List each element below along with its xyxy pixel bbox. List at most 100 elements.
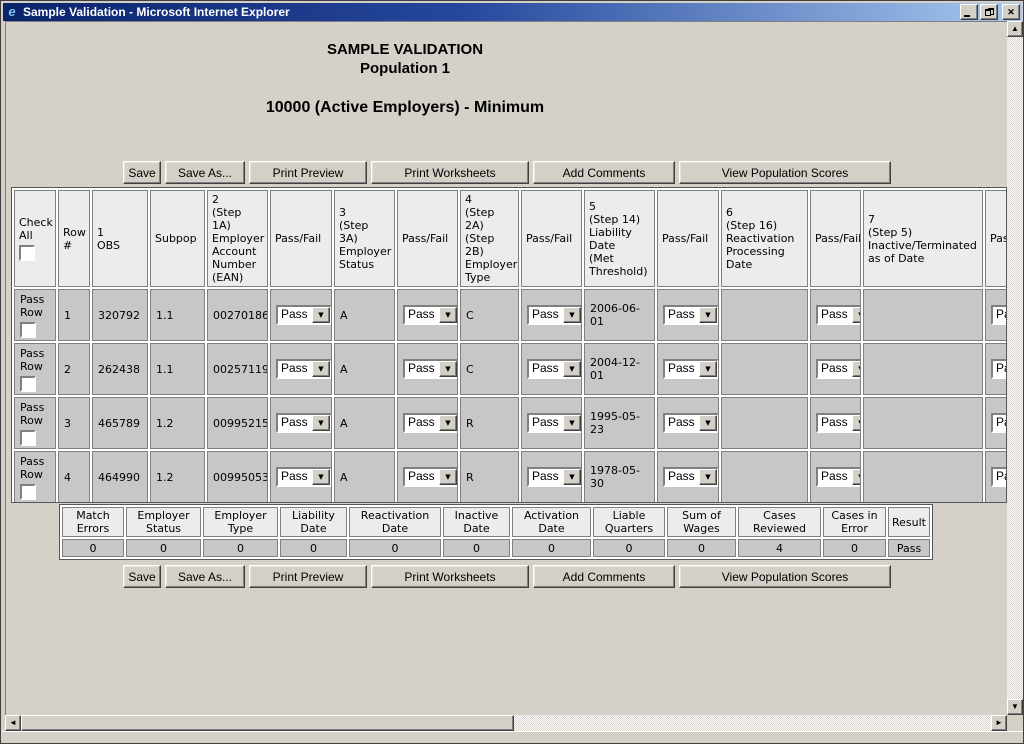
summary-header-4: Reactivation Date [349,507,441,537]
scroll-up-button[interactable]: ▲ [1007,21,1023,37]
pass-fail-select[interactable]: Pass▼ [403,467,458,487]
pass-fail-select[interactable]: Pass▼ [991,305,1007,325]
pass-fail-select[interactable]: Pass▼ [527,467,582,487]
dropdown-arrow-icon[interactable]: ▼ [312,469,330,485]
cell-liability-date: 1978-05-30 [584,451,655,503]
cell-subpop: 1.2 [150,397,205,449]
horizontal-scrollbar-thumb[interactable] [21,715,514,731]
button-print-worksheets[interactable]: Print Worksheets [371,161,529,184]
summary-value-7: 0 [593,539,665,557]
dropdown-arrow-icon[interactable]: ▼ [699,415,717,431]
dropdown-arrow-icon[interactable]: ▼ [439,307,457,323]
population-label: Population 1 [5,60,805,77]
dropdown-arrow-icon[interactable]: ▼ [699,361,717,377]
button-save[interactable]: Save [123,565,161,588]
pass-fail-select[interactable]: Pass▼ [276,305,332,325]
dropdown-arrow-icon[interactable]: ▼ [439,361,457,377]
button-save[interactable]: Save [123,161,161,184]
dropdown-arrow-icon[interactable]: ▼ [312,307,330,323]
dropdown-arrow-icon[interactable]: ▼ [699,307,717,323]
pass-fail-select[interactable]: Pass▼ [403,359,458,379]
close-button[interactable]: ✕ [1002,4,1020,20]
summary-header-3: Liability Date [280,507,347,537]
scroll-left-button[interactable]: ◄ [5,715,21,731]
scroll-right-button[interactable]: ► [991,715,1007,731]
pass-fail-select[interactable]: Pass▼ [816,413,861,433]
button-save-as[interactable]: Save As... [165,565,245,588]
pass-fail-select[interactable]: Pass▼ [527,305,582,325]
dropdown-arrow-icon[interactable]: ▼ [852,361,861,377]
scroll-down-button[interactable]: ▼ [1007,699,1023,715]
pass-fail-select[interactable]: Pass▼ [663,359,719,379]
pass-row-checkbox[interactable] [20,322,36,338]
pass-row-label: Pass Row [20,401,44,427]
button-view-population-scores[interactable]: View Population Scores [679,565,891,588]
pass-fail-select[interactable]: Pass▼ [816,359,861,379]
button-add-comments[interactable]: Add Comments [533,161,675,184]
pass-fail-select[interactable]: Pass▼ [663,467,719,487]
dropdown-arrow-icon[interactable]: ▼ [439,415,457,431]
dropdown-arrow-icon[interactable]: ▼ [439,469,457,485]
ie-icon: e [5,5,19,19]
pass-fail-select[interactable]: Pass▼ [276,359,332,379]
column-header-0: Check All [14,190,56,287]
pass-fail-select[interactable]: Pass▼ [816,467,861,487]
button-print-preview[interactable]: Print Preview [249,565,367,588]
dropdown-arrow-icon[interactable]: ▼ [563,361,581,377]
cell-subpop: 1.1 [150,289,205,341]
dropdown-arrow-icon[interactable]: ▼ [852,307,861,323]
pass-fail-select[interactable]: Pass▼ [991,413,1007,433]
dropdown-arrow-icon[interactable]: ▼ [312,361,330,377]
restore-button[interactable] [980,4,998,20]
dropdown-arrow-icon[interactable]: ▼ [563,307,581,323]
vertical-scrollbar-track[interactable] [1007,37,1023,699]
button-view-population-scores[interactable]: View Population Scores [679,161,891,184]
pass-fail-select[interactable]: Pass▼ [527,359,582,379]
dropdown-arrow-icon[interactable]: ▼ [563,415,581,431]
cell-employer-type: R [460,451,519,503]
header-row: Check AllRow #1 OBSSubpop2 (Step 1A) Emp… [14,190,1007,287]
pass-fail-select[interactable]: Pass▼ [663,305,719,325]
dropdown-arrow-icon[interactable]: ▼ [852,469,861,485]
pass-fail-select[interactable]: Pass▼ [991,359,1007,379]
title-bar[interactable]: e Sample Validation - Microsoft Internet… [3,3,1022,21]
pass-fail-select[interactable]: Pass▼ [663,413,719,433]
cell-num: 1 [58,289,90,341]
pass-row-checkbox[interactable] [20,484,36,500]
pass-fail-select-value: Pass [529,307,563,323]
dropdown-arrow-icon[interactable]: ▼ [699,469,717,485]
button-save-as[interactable]: Save As... [165,161,245,184]
dropdown-arrow-icon[interactable]: ▼ [852,415,861,431]
button-print-worksheets[interactable]: Print Worksheets [371,565,529,588]
horizontal-scrollbar[interactable]: ◄ ► [5,715,1007,731]
button-print-preview[interactable]: Print Preview [249,161,367,184]
vertical-scrollbar[interactable]: ▲ ▼ [1007,21,1023,715]
validation-table-wrapper: Check AllRow #1 OBSSubpop2 (Step 1A) Emp… [11,187,1007,503]
check-all-label: Check All [19,216,53,242]
pass-fail-select[interactable]: Pass▼ [403,305,458,325]
column-header-8: 4 (Step 2A) (Step 2B) Employer Type [460,190,519,287]
cell-inactive-date [863,397,983,449]
pass-row-checkbox[interactable] [20,430,36,446]
cell-num: 4 [58,451,90,503]
minimize-button[interactable] [960,4,978,20]
pass-row-checkbox[interactable] [20,376,36,392]
pass-fail-select[interactable]: Pass▼ [276,413,332,433]
pass-fail-cell: Pass▼ [521,397,582,449]
pass-fail-select[interactable]: Pass▼ [276,467,332,487]
column-header-9: Pass/Fail [521,190,582,287]
cell-obs: 320792 [92,289,148,341]
dropdown-arrow-icon[interactable]: ▼ [312,415,330,431]
check-all-checkbox[interactable] [19,245,35,261]
pass-fail-select[interactable]: Pass▼ [991,467,1007,487]
summary-value-4: 0 [349,539,441,557]
pass-fail-cell: Pass▼ [270,343,332,395]
pass-fail-select[interactable]: Pass▼ [527,413,582,433]
pass-fail-select[interactable]: Pass▼ [816,305,861,325]
button-add-comments[interactable]: Add Comments [533,565,675,588]
pass-fail-select[interactable]: Pass▼ [403,413,458,433]
dropdown-arrow-icon[interactable]: ▼ [563,469,581,485]
pass-fail-select-value: Pass [993,361,1007,377]
pass-fail-select-value: Pass [405,307,439,323]
summary-table-wrapper: Match ErrorsEmployer StatusEmployer Type… [59,504,933,560]
